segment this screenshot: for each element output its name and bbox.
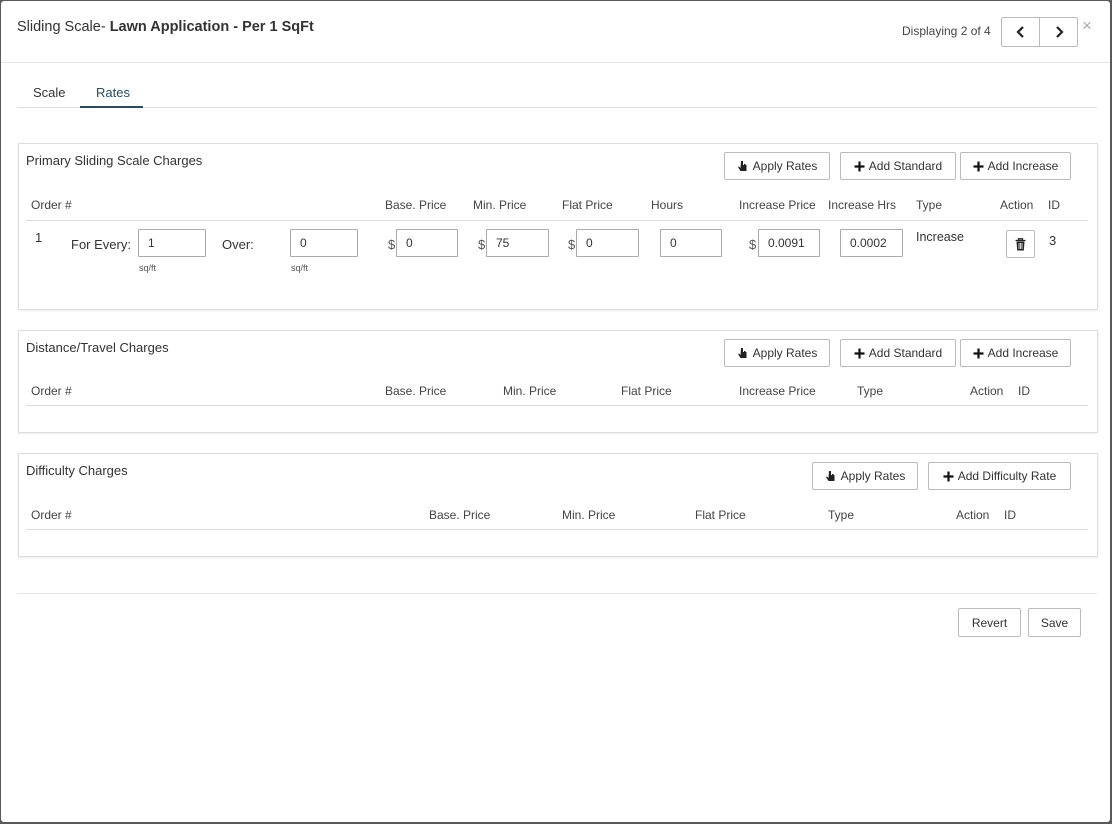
distance-charges-panel: Distance/Travel Charges Apply Rates Add … [18, 330, 1098, 433]
plus-icon [943, 471, 954, 481]
tab-rates[interactable]: Rates [96, 85, 130, 100]
sliding-scale-modal: Sliding Scale- Lawn Application - Per 1 … [1, 1, 1110, 822]
add-increase-label: Add Increase [987, 346, 1059, 360]
active-tab-indicator [80, 106, 143, 108]
col-id: ID [1004, 508, 1016, 522]
add-standard-button[interactable]: Add Standard [840, 152, 956, 180]
hours-input[interactable]: 0 [660, 229, 722, 257]
flat-price-input[interactable]: 0 [576, 229, 639, 257]
delete-button[interactable] [1006, 230, 1035, 258]
currency-symbol: $ [749, 237, 757, 252]
col-id: ID [1018, 384, 1030, 398]
apply-rates-button[interactable]: Apply Rates [724, 152, 830, 180]
chevron-right-icon [1055, 26, 1064, 38]
col-id: ID [1048, 198, 1060, 212]
col-min-price: Min. Price [473, 198, 527, 212]
add-difficulty-rate-button[interactable]: Add Difficulty Rate [928, 462, 1071, 490]
tabs-divider [17, 107, 1097, 108]
col-order: Order # [31, 508, 72, 522]
trash-icon [1015, 237, 1026, 250]
title-name: Lawn Application - Per 1 SqFt [109, 19, 314, 35]
col-type: Type [828, 508, 855, 522]
col-type: Type [916, 198, 943, 212]
plus-icon [854, 348, 865, 358]
save-button[interactable]: Save [1028, 608, 1081, 637]
currency-symbol: $ [388, 237, 396, 252]
previous-button[interactable] [1002, 18, 1039, 46]
header-separator [26, 529, 1088, 530]
col-min-price: Min. Price [503, 384, 557, 398]
col-action: Action [1000, 198, 1034, 212]
plus-icon [973, 161, 984, 171]
hand-pointer-icon [737, 348, 747, 358]
col-type: Type [857, 384, 884, 398]
apply-rates-button[interactable]: Apply Rates [724, 339, 830, 367]
panel-title: Difficulty Charges [26, 463, 128, 478]
min-price-input[interactable]: 75 [486, 229, 549, 257]
currency-symbol: $ [568, 237, 576, 252]
col-increase-hrs: Increase Hrs [828, 198, 897, 212]
footer-divider [17, 593, 1097, 594]
add-increase-button[interactable]: Add Increase [960, 339, 1071, 367]
next-button[interactable] [1039, 18, 1077, 46]
col-base-price: Base. Price [385, 384, 447, 398]
col-order: Order # [31, 198, 72, 212]
header-divider [1, 62, 1110, 63]
col-base-price: Base. Price [429, 508, 491, 522]
col-flat-price: Flat Price [621, 384, 672, 398]
panel-title: Distance/Travel Charges [26, 340, 169, 355]
over-input[interactable]: 0 [290, 229, 358, 257]
hand-pointer-icon [737, 161, 747, 171]
apply-rates-label: Apply Rates [752, 159, 818, 173]
col-action: Action [956, 508, 990, 522]
currency-symbol: $ [478, 237, 486, 252]
col-increase-price: Increase Price [739, 198, 816, 212]
for-every-unit: sq/ft [139, 263, 157, 273]
col-flat-price: Flat Price [562, 198, 613, 212]
add-difficulty-rate-label: Add Difficulty Rate [957, 469, 1057, 483]
for-every-label: For Every: [71, 237, 131, 252]
base-price-input[interactable]: 0 [396, 229, 458, 257]
add-standard-button[interactable]: Add Standard [840, 339, 956, 367]
apply-rates-label: Apply Rates [840, 469, 906, 483]
tab-scale[interactable]: Scale [33, 85, 66, 100]
modal-title: Sliding Scale- Lawn Application - Per 1 … [17, 19, 314, 35]
col-min-price: Min. Price [562, 508, 616, 522]
header-separator [26, 405, 1088, 406]
col-action: Action [970, 384, 1004, 398]
col-flat-price: Flat Price [695, 508, 746, 522]
close-icon[interactable]: × [1082, 16, 1092, 36]
row-order: 1 [35, 230, 43, 245]
difficulty-charges-panel: Difficulty Charges Apply Rates Add Diffi… [18, 453, 1098, 557]
col-order: Order # [31, 384, 72, 398]
pagination-status: Displaying 2 of 4 [902, 24, 991, 38]
row-type: Increase [916, 230, 964, 244]
header-separator [26, 220, 1088, 221]
panel-title: Primary Sliding Scale Charges [26, 153, 203, 168]
col-base-price: Base. Price [385, 198, 447, 212]
hand-pointer-icon [825, 471, 835, 481]
col-hours: Hours [651, 198, 684, 212]
revert-button[interactable]: Revert [958, 608, 1021, 637]
primary-charges-panel: Primary Sliding Scale Charges Apply Rate… [18, 143, 1098, 310]
apply-rates-label: Apply Rates [752, 346, 818, 360]
apply-rates-button[interactable]: Apply Rates [812, 462, 918, 490]
over-label: Over: [222, 237, 254, 252]
plus-icon [854, 161, 865, 171]
pager [1001, 17, 1078, 47]
over-unit: sq/ft [291, 263, 309, 273]
for-every-input[interactable]: 1 [138, 229, 206, 257]
add-increase-label: Add Increase [987, 159, 1059, 173]
add-standard-label: Add Standard [868, 346, 943, 360]
increase-hrs-input[interactable]: 0.0002 [840, 229, 903, 257]
increase-price-input[interactable]: 0.0091 [758, 229, 820, 257]
chevron-left-icon [1015, 26, 1024, 38]
add-increase-button[interactable]: Add Increase [960, 152, 1071, 180]
title-prefix: Sliding Scale- [17, 19, 110, 35]
col-increase-price: Increase Price [739, 384, 816, 398]
add-standard-label: Add Standard [868, 159, 943, 173]
row-id: 3 [1049, 233, 1057, 248]
plus-icon [973, 348, 984, 358]
